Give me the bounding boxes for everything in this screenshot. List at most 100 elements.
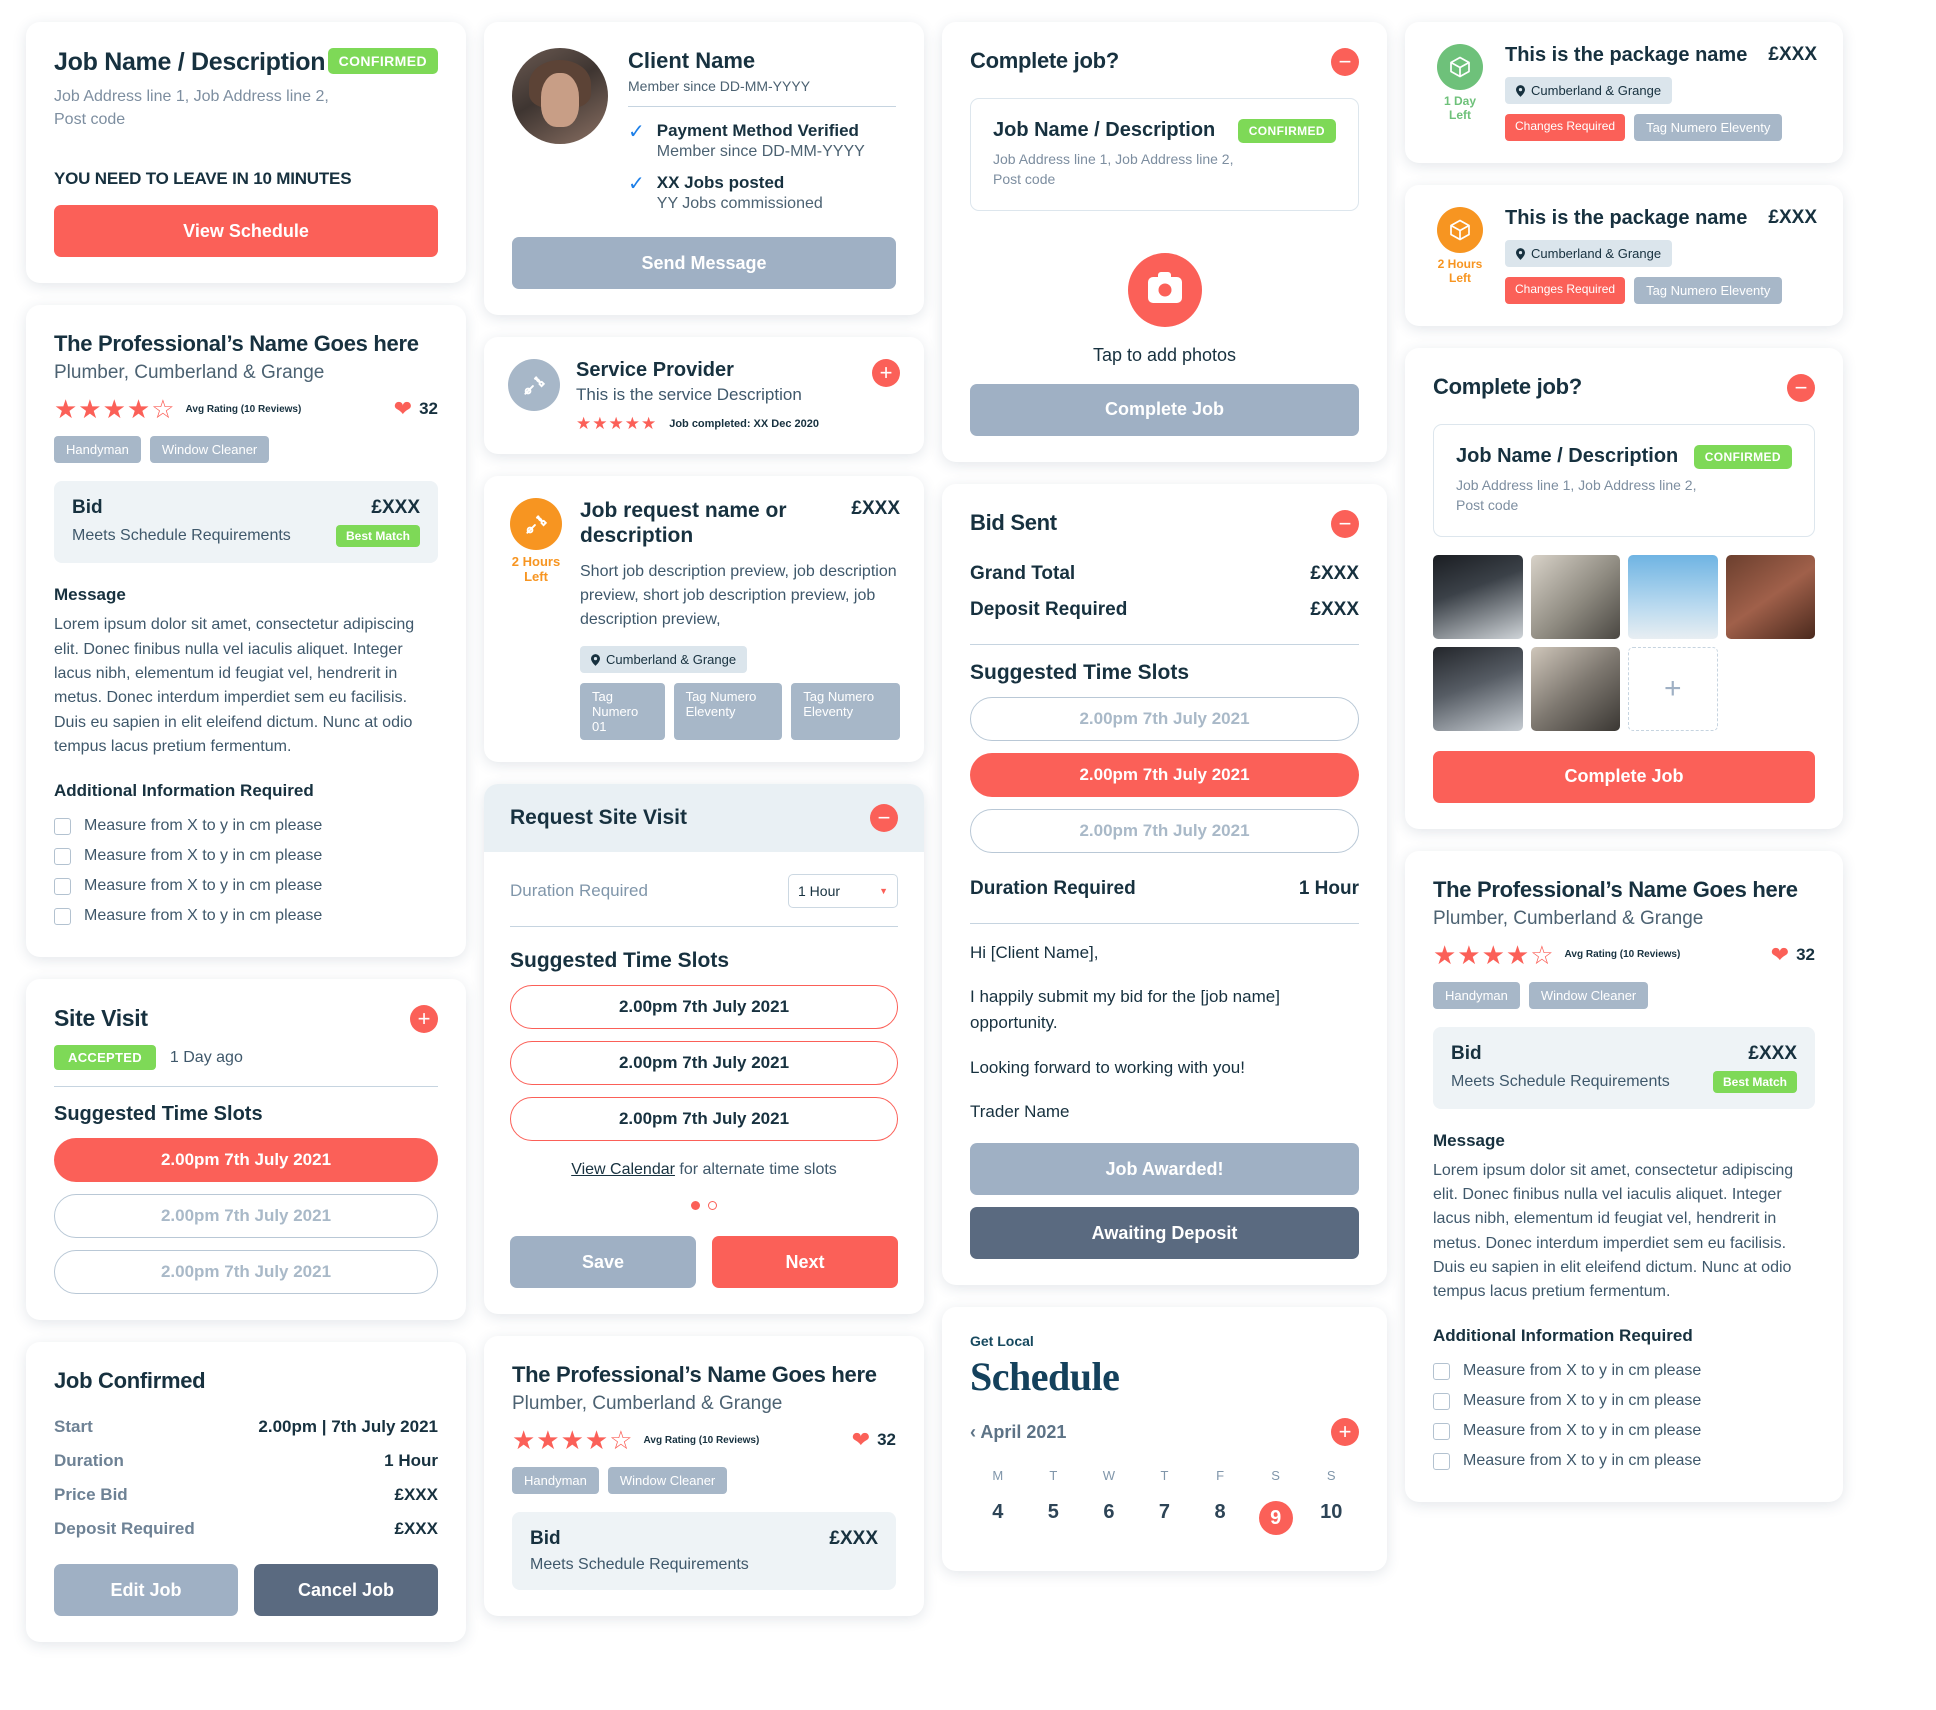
calendar-day[interactable]: 10: [1303, 1495, 1359, 1541]
time-slot-option[interactable]: 2.00pm 7th July 2021: [54, 1250, 438, 1295]
collapse-minus-icon[interactable]: −: [1331, 509, 1359, 538]
job-address: Job Address line 1, Job Address line 2, …: [54, 85, 438, 131]
camera-icon[interactable]: [1127, 252, 1202, 327]
checklist-item[interactable]: Measure from X to y in cm please: [1433, 1416, 1815, 1446]
chip-handyman[interactable]: Handyman: [512, 1467, 599, 1495]
carousel-dot-active[interactable]: [691, 1201, 700, 1211]
checkbox-icon[interactable]: [1433, 1422, 1450, 1440]
checklist-item[interactable]: Measure from X to y in cm please: [54, 841, 438, 871]
tap-to-add-photos-label: Tap to add photos: [1092, 344, 1237, 365]
view-calendar-link[interactable]: View Calendar: [571, 1161, 675, 1178]
checkbox-icon[interactable]: [54, 817, 71, 835]
detail-row: Start 2.00pm | 7th July 2021: [54, 1410, 438, 1444]
verification-subtitle: YY Jobs commissioned: [656, 195, 823, 212]
job-awarded-button[interactable]: Job Awarded!: [970, 1143, 1359, 1196]
carousel-dot[interactable]: [708, 1201, 717, 1211]
cancel-job-button[interactable]: Cancel Job: [254, 1564, 438, 1617]
detail-row: Deposit Required £XXX: [54, 1512, 438, 1546]
rating-text: Avg Rating (10 Reviews): [643, 1434, 760, 1446]
view-schedule-button[interactable]: View Schedule: [54, 205, 438, 258]
checkbox-icon[interactable]: [54, 877, 71, 895]
bid-message-line: Looking forward to working with you!: [970, 1057, 1245, 1077]
add-event-plus-icon[interactable]: +: [1331, 1418, 1359, 1447]
checklist-item[interactable]: Measure from X to y in cm please: [54, 871, 438, 901]
expand-plus-icon[interactable]: +: [410, 1005, 438, 1034]
checklist-item[interactable]: Measure from X to y in cm please: [1433, 1446, 1815, 1476]
send-message-button[interactable]: Send Message: [512, 237, 896, 289]
collapse-minus-icon[interactable]: −: [1787, 374, 1815, 402]
time-slot-option[interactable]: 2.00pm 7th July 2021: [970, 752, 1359, 797]
tag-chip[interactable]: Tag Numero Eleventy: [673, 683, 783, 741]
tag-chip[interactable]: Tag Numero 01: [580, 683, 665, 741]
time-slot-option[interactable]: 2.00pm 7th July 2021: [510, 1041, 898, 1086]
collapse-minus-icon[interactable]: −: [1331, 48, 1359, 76]
calendar-month-nav[interactable]: ‹ April 2021: [970, 1422, 1066, 1443]
checkbox-icon[interactable]: [54, 907, 71, 925]
tag-chip[interactable]: Tag Numero Eleventy: [1634, 114, 1783, 141]
checklist-item[interactable]: Measure from X to y in cm please: [54, 901, 438, 931]
calendar-day[interactable]: 5: [1026, 1495, 1082, 1541]
edit-job-button[interactable]: Edit Job: [54, 1564, 238, 1617]
tag-chip[interactable]: Tag Numero Eleventy: [791, 683, 900, 741]
complete-job-button[interactable]: Complete Job: [970, 383, 1359, 436]
checklist-item[interactable]: Measure from X to y in cm please: [54, 811, 438, 841]
photo-thumbnail[interactable]: [1530, 646, 1620, 731]
save-button[interactable]: Save: [510, 1236, 696, 1289]
time-slot-option[interactable]: 2.00pm 7th July 2021: [510, 985, 898, 1030]
inner-job-address-line1: Job Address line 1, Job Address line 2,: [1456, 477, 1697, 493]
request-site-visit-title: Request Site Visit: [510, 806, 688, 830]
job-summary-card: Job Name / Description CONFIRMED Job Add…: [26, 22, 466, 284]
checklist-item[interactable]: Measure from X to y in cm please: [1433, 1386, 1815, 1416]
time-slot-option[interactable]: 2.00pm 7th July 2021: [54, 1194, 438, 1239]
chip-window-cleaner[interactable]: Window Cleaner: [149, 436, 270, 464]
calendar-day[interactable]: 6: [1081, 1495, 1137, 1541]
next-button[interactable]: Next: [712, 1236, 898, 1289]
time-slot-option[interactable]: 2.00pm 7th July 2021: [970, 696, 1359, 741]
changes-required-chip[interactable]: Changes Required: [1505, 277, 1626, 304]
collapse-minus-icon[interactable]: −: [870, 804, 898, 833]
calendar-day[interactable]: 4: [970, 1495, 1026, 1541]
client-member-since: Member since DD-MM-YYYY: [628, 78, 811, 94]
heart-icon[interactable]: ❤: [394, 396, 412, 422]
expand-plus-icon[interactable]: +: [872, 359, 900, 387]
grand-total-value: £XXX: [1310, 562, 1359, 584]
client-name: Client Name: [628, 48, 756, 73]
complete-job-button[interactable]: Complete Job: [1433, 750, 1815, 803]
checkbox-icon[interactable]: [1433, 1362, 1450, 1380]
photo-thumbnail[interactable]: [1433, 554, 1523, 639]
changes-required-chip[interactable]: Changes Required: [1505, 114, 1626, 141]
calendar-day[interactable]: 8: [1192, 1495, 1248, 1541]
time-slot-option[interactable]: 2.00pm 7th July 2021: [510, 1097, 898, 1142]
photo-thumbnail[interactable]: [1725, 554, 1815, 639]
photo-thumbnail[interactable]: [1530, 554, 1620, 639]
heart-icon[interactable]: ❤: [852, 1427, 870, 1453]
site-visit-slots-heading: Suggested Time Slots: [54, 1103, 263, 1126]
package-card[interactable]: 1 Day Left This is the package name £XXX…: [1405, 22, 1843, 163]
calendar-day[interactable]: 7: [1137, 1495, 1193, 1541]
photo-thumbnail[interactable]: [1628, 554, 1718, 639]
checklist-item[interactable]: Measure from X to y in cm please: [1433, 1356, 1815, 1386]
package-card[interactable]: 2 Hours Left This is the package name £X…: [1405, 185, 1843, 326]
bid-sent-title: Bid Sent: [970, 509, 1057, 535]
chip-handyman[interactable]: Handyman: [54, 436, 141, 464]
photo-thumbnail[interactable]: [1433, 646, 1523, 731]
checkbox-icon[interactable]: [1433, 1452, 1450, 1470]
checkbox-icon[interactable]: [1433, 1392, 1450, 1410]
time-slot-option[interactable]: 2.00pm 7th July 2021: [970, 808, 1359, 853]
duration-select[interactable]: 1 Hour ▼: [788, 874, 898, 909]
time-remaining-label: 2 Hours Left: [1437, 257, 1483, 285]
heart-icon[interactable]: ❤: [1771, 942, 1789, 968]
job-completed-meta: Job completed: XX Dec 2020: [669, 417, 819, 430]
calendar-day-selected[interactable]: 9: [1248, 1495, 1304, 1541]
professional-name: The Professional’s Name Goes here: [54, 331, 419, 357]
chip-window-cleaner[interactable]: Window Cleaner: [607, 1467, 728, 1495]
chip-handyman[interactable]: Handyman: [1433, 981, 1520, 1009]
time-slot-option[interactable]: 2.00pm 7th July 2021: [54, 1138, 438, 1183]
checkbox-icon[interactable]: [54, 847, 71, 865]
bid-price: £XXX: [829, 1528, 878, 1550]
awaiting-deposit-button[interactable]: Awaiting Deposit: [970, 1207, 1359, 1260]
slots-heading: Suggested Time Slots: [970, 660, 1189, 684]
chip-window-cleaner[interactable]: Window Cleaner: [1528, 981, 1649, 1009]
add-photo-button[interactable]: +: [1628, 646, 1718, 731]
tag-chip[interactable]: Tag Numero Eleventy: [1634, 277, 1783, 304]
